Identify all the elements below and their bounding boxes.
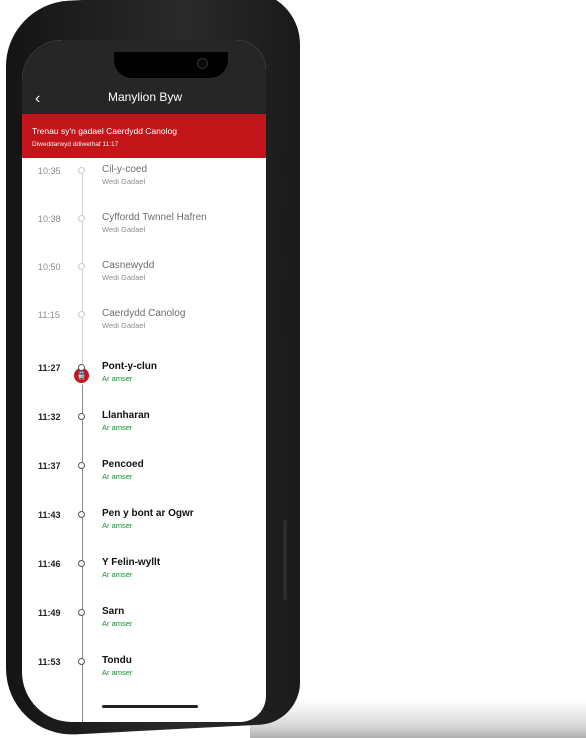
stop-status: Ar amser xyxy=(102,668,133,677)
list-item[interactable]: 11:32 Llanharan Ar amser xyxy=(22,404,266,448)
stop-status: Ar amser xyxy=(102,521,133,530)
stop-name: Casnewydd xyxy=(102,260,155,271)
stop-name: Sarn xyxy=(102,606,125,617)
side-button-volume-up xyxy=(281,205,287,260)
phone-screen: ‹ Manylion Byw Trenau sy'n gadael Caerdy… xyxy=(22,40,266,722)
stop-time: 10:38 xyxy=(38,214,61,224)
phone-mockup: ‹ Manylion Byw Trenau sy'n gadael Caerdy… xyxy=(0,0,586,738)
stop-name: Llanharan xyxy=(102,410,150,421)
stop-status: Wedi Gadael xyxy=(102,273,146,282)
stop-dot-icon xyxy=(78,311,85,318)
home-indicator[interactable] xyxy=(102,705,198,708)
stop-name: Cyffordd Twnnel Hafren xyxy=(102,212,207,223)
stop-status: Ar amser xyxy=(102,619,133,628)
front-camera-icon xyxy=(197,58,208,69)
stop-status: Ar amser xyxy=(102,423,133,432)
stop-dot-icon xyxy=(78,658,85,665)
list-item[interactable]: 11:46 Y Felin-wyllt Ar amser xyxy=(22,551,266,595)
stop-status: Ar amser xyxy=(102,570,133,579)
stop-status: Wedi Gadael xyxy=(102,177,146,186)
list-item[interactable]: 11:27 Pont-y-clun Ar amser xyxy=(22,355,266,399)
stop-dot-icon xyxy=(78,413,85,420)
stop-status: Ar amser xyxy=(102,472,133,481)
stop-name: Tondu xyxy=(102,655,132,666)
list-item[interactable]: 10:35 Cil-y-coed Wedi Gadael xyxy=(22,158,266,202)
list-item[interactable]: 10:38 Cyffordd Twnnel Hafren Wedi Gadael xyxy=(22,206,266,250)
stop-dot-icon xyxy=(78,609,85,616)
stop-name: Y Felin-wyllt xyxy=(102,557,161,568)
stop-name: Pen y bont ar Ogwr xyxy=(102,508,194,519)
stop-time: 11:43 xyxy=(38,510,61,520)
stop-name: Pencoed xyxy=(102,459,144,470)
side-button-volume-down xyxy=(281,278,287,333)
stop-name: Pont-y-clun xyxy=(102,361,157,372)
stop-time: 11:27 xyxy=(38,363,61,373)
stop-name: Cil-y-coed xyxy=(102,164,148,175)
stop-time: 11:49 xyxy=(38,608,61,618)
stop-time: 11:15 xyxy=(38,310,60,320)
list-item[interactable]: 11:37 Pencoed Ar amser xyxy=(22,453,266,497)
stop-time: 11:37 xyxy=(38,461,61,471)
stop-time: 11:53 xyxy=(38,657,61,667)
sim-tray xyxy=(283,520,287,600)
list-item[interactable]: 11:43 Pen y bont ar Ogwr Ar amser xyxy=(22,502,266,546)
stop-name: Caerdydd Canolog xyxy=(102,308,186,319)
list-item[interactable]: 11:49 Sarn Ar amser xyxy=(22,600,266,644)
last-updated-text: Diweddarwyd ddiwethaf 11:17 xyxy=(32,141,119,148)
stop-dot-icon xyxy=(78,167,85,174)
list-item[interactable]: 11:15 Caerdydd Canolog Wedi Gadael xyxy=(22,302,266,346)
stop-time: 10:50 xyxy=(38,262,61,272)
stop-time: 11:32 xyxy=(38,412,61,422)
stop-dot-icon xyxy=(78,263,85,270)
stop-status: Wedi Gadael xyxy=(102,321,146,330)
stop-status: Wedi Gadael xyxy=(102,225,146,234)
stops-list: 🚆 10:35 Cil-y-coed Wedi Gadael 10:38 Cyf… xyxy=(22,158,266,722)
stop-dot-icon xyxy=(78,215,85,222)
departure-banner: Trenau sy'n gadael Caerdydd Canolog Diwe… xyxy=(22,114,266,158)
list-item[interactable]: 10:50 Casnewydd Wedi Gadael xyxy=(22,254,266,298)
banner-title: Trenau sy'n gadael Caerdydd Canolog xyxy=(32,126,177,136)
notch xyxy=(114,52,228,78)
stop-time: 11:46 xyxy=(38,559,61,569)
list-item[interactable]: 11:53 Tondu Ar amser xyxy=(22,649,266,693)
page-title: Manylion Byw xyxy=(108,90,183,104)
stop-status: Ar amser xyxy=(102,374,133,383)
back-chevron-icon[interactable]: ‹ xyxy=(35,90,40,108)
stop-dot-icon xyxy=(78,364,85,371)
side-button-silent xyxy=(281,148,287,174)
stop-dot-icon xyxy=(78,511,85,518)
stop-dot-icon xyxy=(78,560,85,567)
stop-dot-icon xyxy=(78,462,85,469)
stop-time: 10:35 xyxy=(38,166,61,176)
